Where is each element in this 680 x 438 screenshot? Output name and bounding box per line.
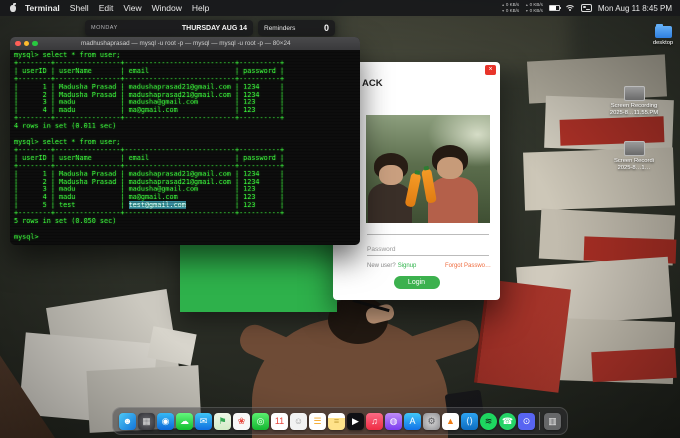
download-icon: ▼ <box>525 9 529 13</box>
terminal-title: madhushaprasad — mysql -u root -p — mysq… <box>81 40 291 47</box>
network-stats-widget[interactable]: ▲0 KB/s ▼0 KB/s <box>501 2 519 14</box>
dock-icon-settings[interactable]: ⚙ <box>423 412 440 430</box>
clock-time: 8:45 PM <box>642 3 672 13</box>
calendar-event-label: THURSDAY AUG 14 <box>181 24 247 32</box>
login-title: ACK <box>362 78 383 89</box>
dock-icon-facetime[interactable]: ◎ <box>252 412 269 430</box>
recording-label: 2025-8…1… <box>617 165 651 171</box>
menubar-status-area: ▲0 KB/s ▼0 KB/s ▲0 KB/s ▼0 KB/s Mon Aug … <box>501 2 674 14</box>
dock-icon-notes[interactable]: ≡ <box>328 412 345 430</box>
menu-window[interactable]: Window <box>147 3 187 13</box>
dock-icon-calendar[interactable]: 11 <box>271 412 288 430</box>
clock-date: Mon Aug 11 <box>597 3 640 13</box>
menu-help[interactable]: Help <box>187 3 214 13</box>
dock-icon-maps[interactable]: ⚑ <box>214 412 231 430</box>
net2-up-value: 0 KB/s <box>529 2 543 7</box>
folder-icon <box>654 24 672 38</box>
photo-kid-left-face <box>379 165 403 185</box>
close-icon[interactable]: × <box>485 65 496 75</box>
net1-down-value: 0 KB/s <box>505 8 520 13</box>
dock-separator <box>539 412 540 430</box>
recording-label: Screen Recordi <box>614 158 654 164</box>
video-thumbnail-icon <box>623 86 645 101</box>
dock-icon-launchpad[interactable]: ▦ <box>138 412 155 430</box>
dock-icon-mail[interactable]: ✉ <box>195 412 212 430</box>
reminders-widget[interactable]: Reminders 0 <box>258 20 335 36</box>
net1-up-value: 0 KB/s <box>505 2 520 7</box>
wifi-icon[interactable] <box>565 5 575 11</box>
dock-icon-reminders[interactable]: ☰ <box>309 412 326 430</box>
terminal-titlebar[interactable]: madhushaprasad — mysql -u root -p — mysq… <box>10 37 360 50</box>
upload-icon: ▲ <box>501 3 505 7</box>
recording-label: 2025-8…11.55.PM <box>609 110 659 116</box>
dock-icon-finder[interactable]: ☻ <box>119 412 136 430</box>
login-button[interactable]: Login <box>393 276 440 289</box>
folder-label: desktop <box>652 40 674 46</box>
forgot-password-link[interactable]: Forgot Passwo… <box>445 263 491 269</box>
calendar-day-label: MONDAY <box>91 25 118 31</box>
menu-terminal[interactable]: Terminal <box>20 3 65 13</box>
battery-icon[interactable] <box>548 4 561 12</box>
dock-icon-trash[interactable]: ▥ <box>544 412 561 430</box>
menu-view[interactable]: View <box>118 3 146 13</box>
menu-bar: Terminal Shell Edit View Window Help ▲0 … <box>0 0 680 16</box>
desktop-recording-2[interactable]: Screen Recordi 2025-8…1… <box>602 141 666 172</box>
dock-icon-photos[interactable]: ❀ <box>233 412 250 430</box>
desktop-folder-icon[interactable]: desktop <box>645 24 680 47</box>
calendar-widget[interactable]: MONDAY THURSDAY AUG 14 <box>85 20 253 36</box>
photo-kid-right-face <box>437 157 463 179</box>
upload-icon: ▲ <box>525 3 529 7</box>
dock-icon-spotify[interactable]: ≋ <box>480 412 497 430</box>
new-user-row: New user? Signup <box>367 263 416 269</box>
dock-icon-discord[interactable]: ⊙ <box>518 412 535 430</box>
photo-soda-bottle <box>404 172 422 208</box>
control-center-icon[interactable] <box>580 4 592 12</box>
reminders-count: 0 <box>323 23 329 33</box>
reminders-title: Reminders <box>264 24 296 32</box>
network-stats-widget-2[interactable]: ▲0 KB/s ▼0 KB/s <box>525 2 543 14</box>
dock-icon-messages[interactable]: ☁ <box>176 412 193 430</box>
terminal-window: madhushaprasad — mysql -u root -p — mysq… <box>10 37 360 245</box>
dock-icon-appstore[interactable]: A <box>404 412 421 430</box>
close-button[interactable] <box>15 40 21 47</box>
net2-down-value: 0 KB/s <box>529 8 543 13</box>
dock-icon-music[interactable]: ♫ <box>366 412 383 430</box>
dock-icon-vscode[interactable]: ⟨⟩ <box>461 412 478 430</box>
dock-icon-contacts[interactable]: ☺ <box>290 412 307 430</box>
video-thumbnail-icon <box>623 141 645 156</box>
download-icon: ▼ <box>501 9 505 13</box>
apple-menu-icon[interactable] <box>10 2 16 12</box>
dock-icon-whatsapp[interactable]: ☎ <box>499 412 516 430</box>
dock-icon-podcasts[interactable]: ◍ <box>385 412 402 430</box>
terminal-output[interactable]: mysql> select * from user; +--------+---… <box>10 50 360 244</box>
new-user-label: New user? <box>367 263 396 269</box>
login-photo <box>366 115 490 223</box>
terminal-output-before: mysql> select * from user; +--------+---… <box>14 51 285 210</box>
dock: ☻ ▦ ◉ ☁ ✉ ⚑ ❀ ◎ 11 ☺ ☰ ≡ ▶ ♫ ◍ A ⚙ ▲ ⟨⟩ ≋ ☎ ⊙ ▥ <box>112 407 568 435</box>
signup-link[interactable]: Signup <box>398 263 417 269</box>
menu-edit[interactable]: Edit <box>94 3 119 13</box>
recording-label: Screen Recording <box>610 103 658 109</box>
zoom-button[interactable] <box>32 40 38 47</box>
username-input[interactable] <box>367 222 489 235</box>
minimize-button[interactable] <box>23 40 29 47</box>
password-input[interactable] <box>367 243 489 256</box>
dock-icon-safari[interactable]: ◉ <box>157 412 174 430</box>
dock-icon-tv[interactable]: ▶ <box>347 412 364 430</box>
menu-shell[interactable]: Shell <box>65 3 94 13</box>
dock-icon-vlc[interactable]: ▲ <box>442 412 459 430</box>
menu-clock[interactable]: Mon Aug 11 8:45 PM <box>598 4 674 13</box>
app-window-green-panel <box>180 238 337 312</box>
desktop-recording-1[interactable]: Screen Recording 2025-8…11.55.PM <box>602 86 666 117</box>
